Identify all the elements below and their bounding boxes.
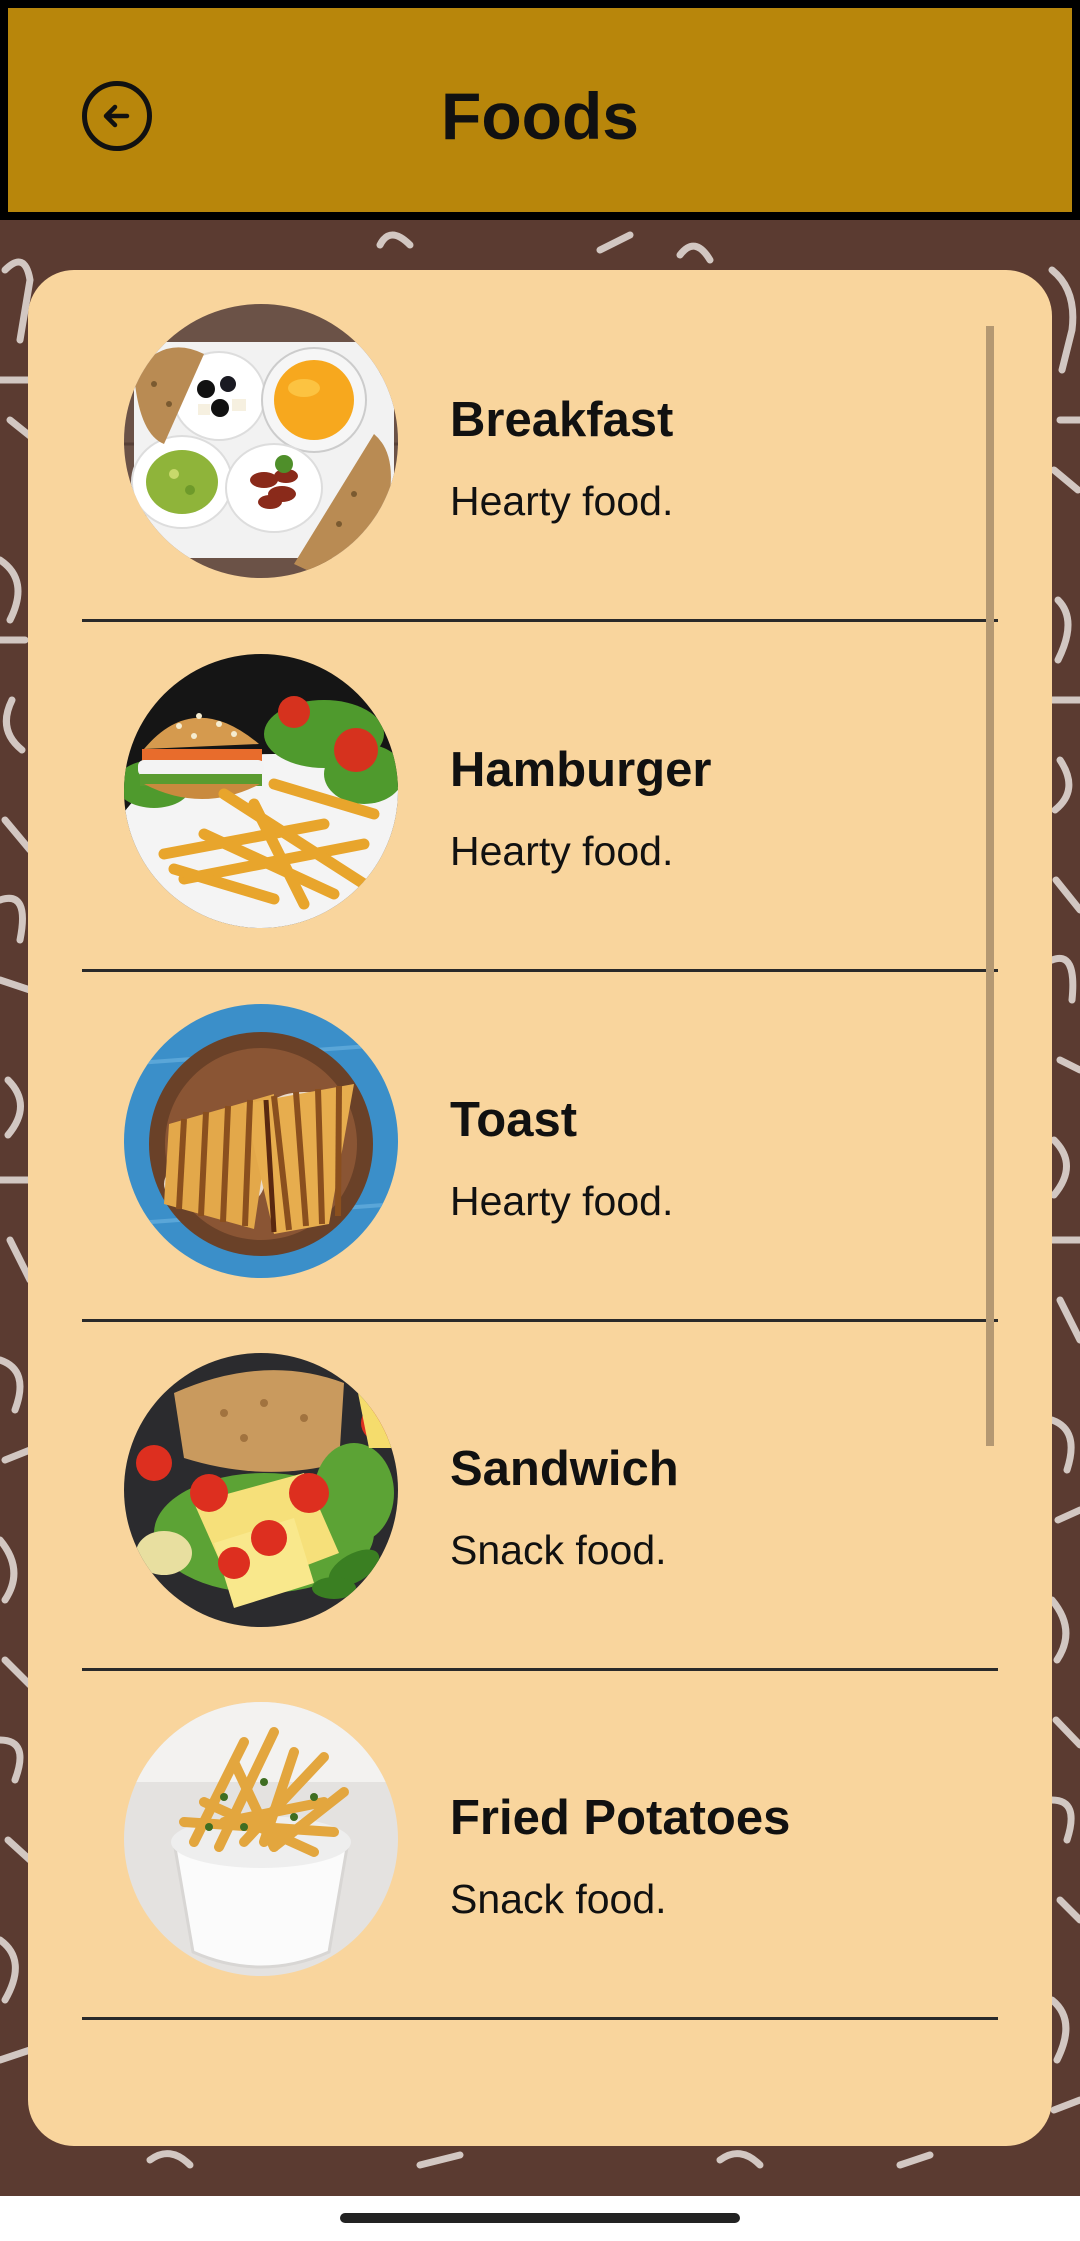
sandwich-ingredients-image [124,1353,398,1627]
home-indicator[interactable] [340,2213,740,2223]
food-item-hamburger[interactable]: Hamburger Hearty food. [82,622,998,972]
app-screen: Foods Breakfast Hearty food. Hamburger H… [0,0,1080,2241]
food-item-fried-potatoes[interactable]: Fried Potatoes Snack food. [82,1670,998,2020]
food-item-toast[interactable]: Toast Hearty food. [82,972,998,1322]
food-item-sandwich[interactable]: Sandwich Snack food. [82,1321,998,1671]
food-description: Hearty food. [450,828,674,874]
food-description: Hearty food. [450,1178,674,1224]
grilled-toast-image [124,1004,398,1278]
system-navigation-bar [0,2196,1080,2241]
food-name: Breakfast [450,393,674,447]
food-description: Hearty food. [450,478,674,524]
food-description: Snack food. [450,1876,667,1922]
food-item-breakfast[interactable]: Breakfast Hearty food. [82,272,998,622]
fried-potatoes-bowl-image [124,1702,398,1976]
page-title: Foods [441,79,639,153]
food-name: Toast [450,1093,578,1147]
food-name: Hamburger [450,743,712,797]
list-scrollbar[interactable] [986,326,994,1446]
food-name: Sandwich [450,1442,679,1496]
hamburger-fries-image [124,654,398,928]
breakfast-plate-image [124,304,398,578]
list-divider [82,2017,998,2020]
foods-list-card: Breakfast Hearty food. Hamburger Hearty … [28,270,1052,2146]
food-name: Fried Potatoes [450,1791,791,1845]
app-bar: Foods [0,0,1080,220]
food-description: Snack food. [450,1527,667,1573]
